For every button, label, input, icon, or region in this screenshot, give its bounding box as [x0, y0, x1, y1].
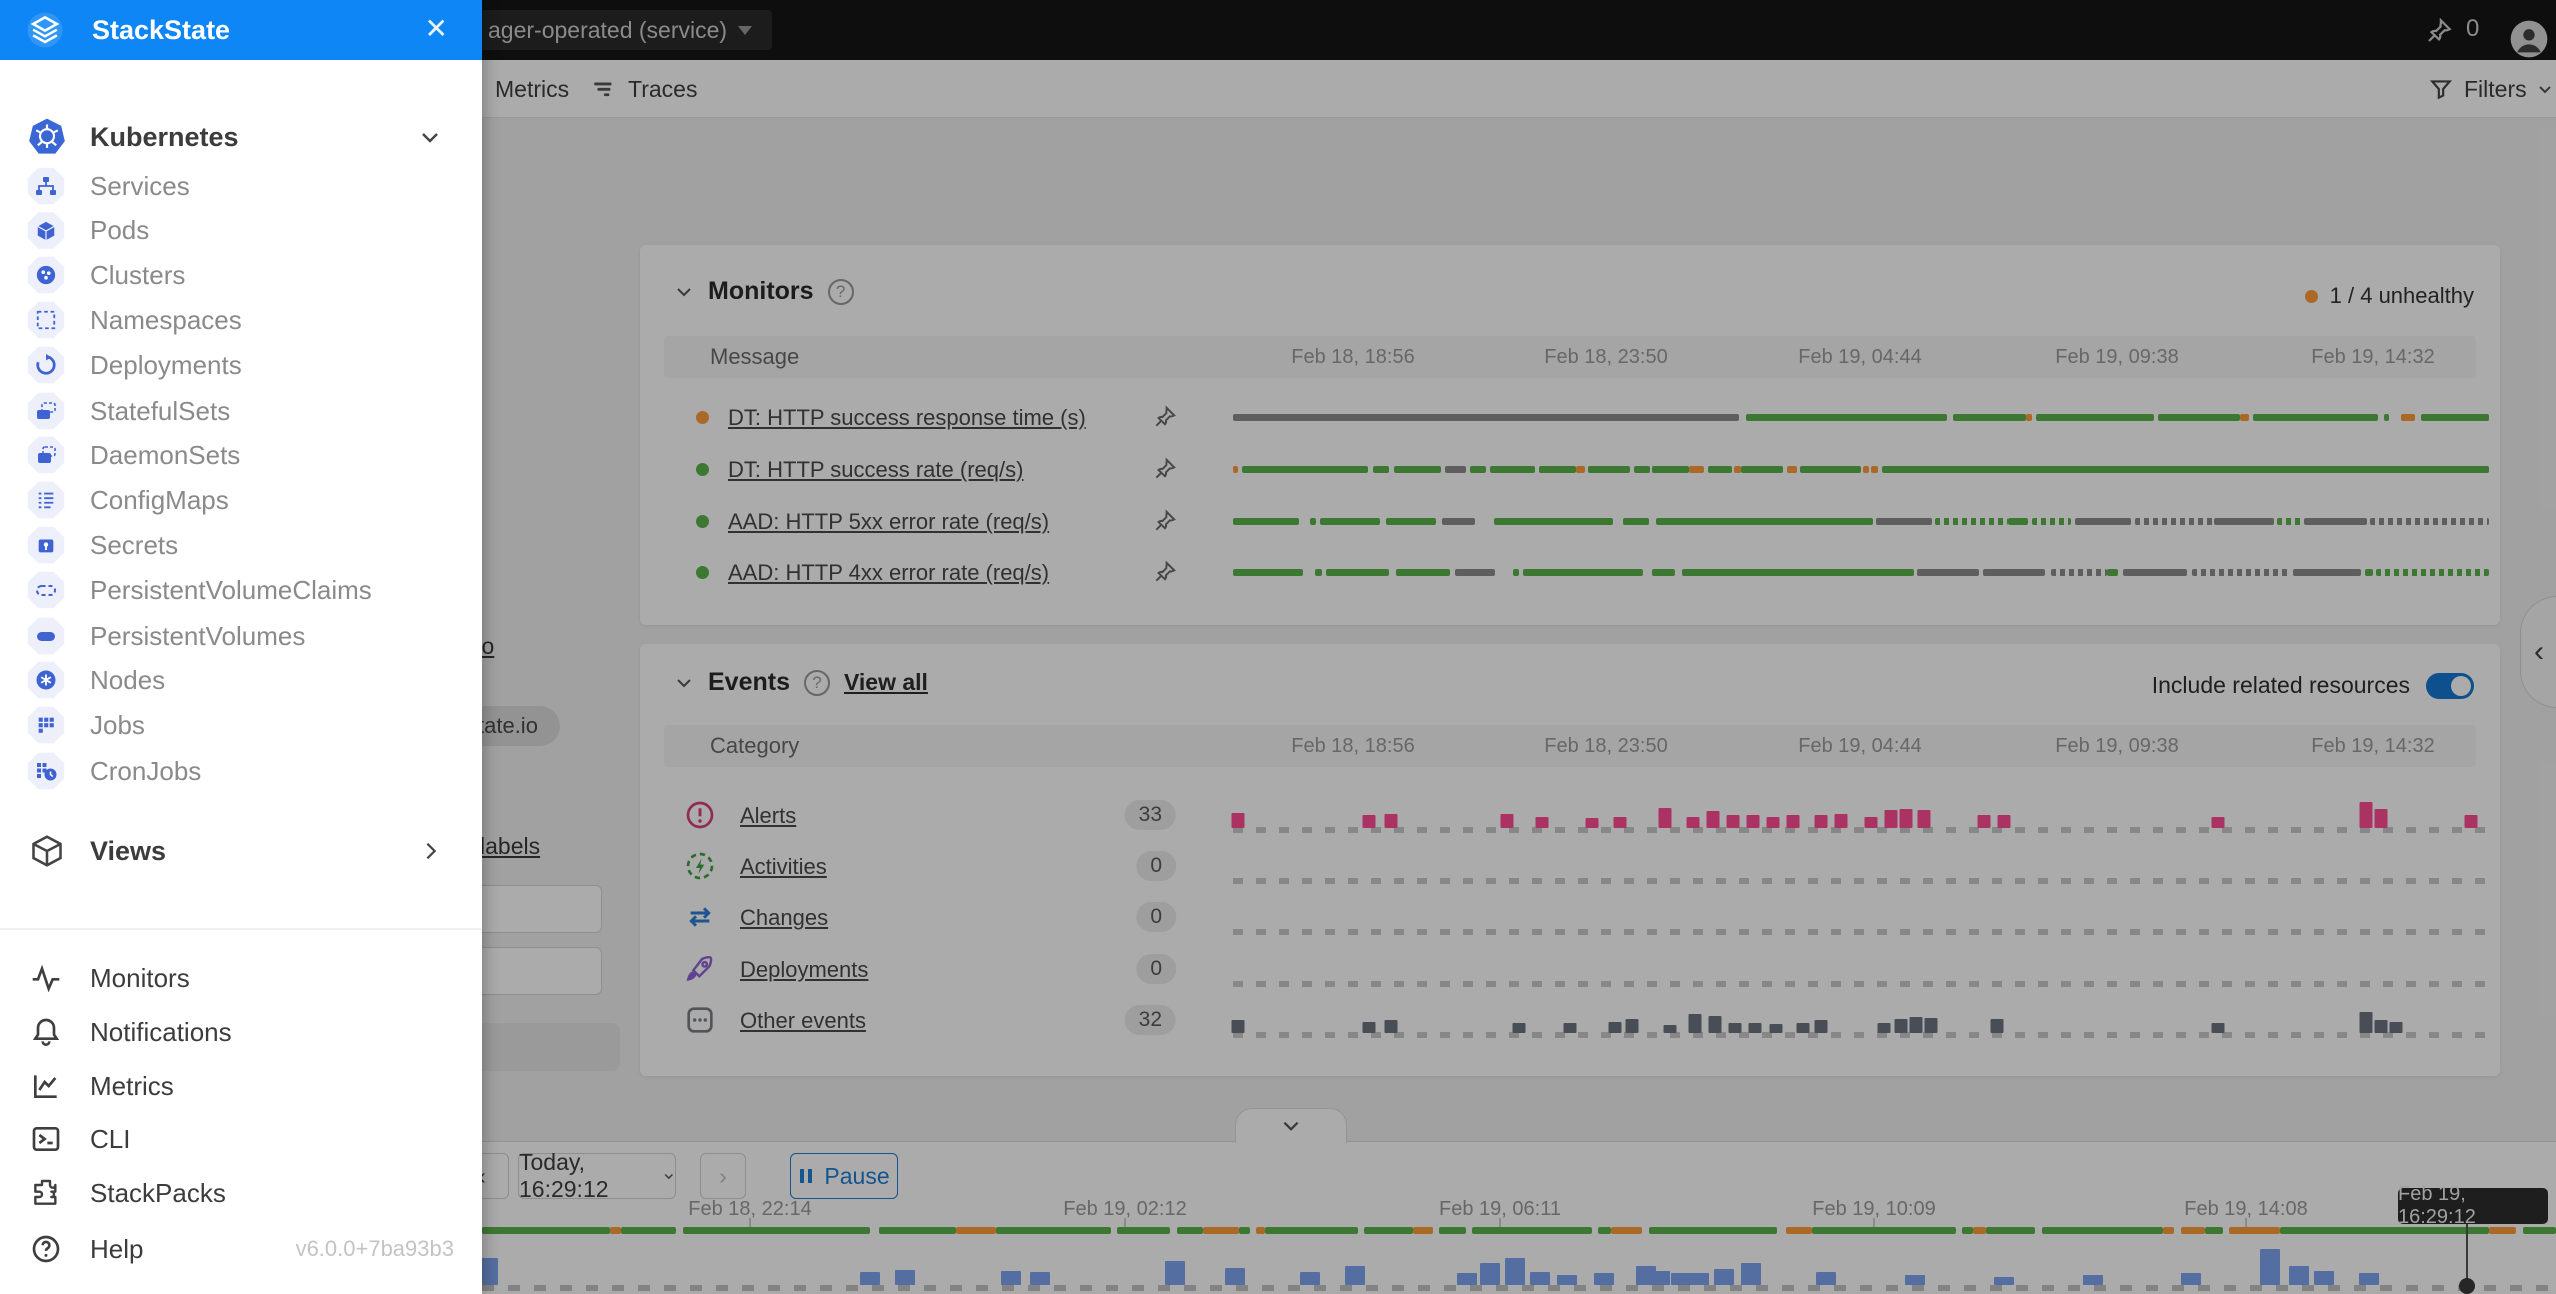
list-icon: [27, 481, 65, 519]
nav-kubernetes-label: Kubernetes: [90, 122, 239, 153]
sidebar-item-notifications[interactable]: Notifications: [0, 1010, 482, 1054]
daemon-set-icon: [27, 436, 65, 474]
grid-icon: [27, 706, 65, 744]
sidebar-item-label: PersistentVolumes: [90, 621, 305, 652]
sidebar-item-persistentvolumes[interactable]: PersistentVolumes: [0, 614, 482, 658]
version-label: v6.0.0+7ba93b3: [296, 1236, 454, 1262]
sidebar-item-label: Services: [90, 171, 190, 202]
nav-views[interactable]: Views: [0, 829, 482, 873]
sidebar-item-label: StatefulSets: [90, 396, 230, 427]
navigation-drawer: StackState ✕ Kubernetes Services Pods Clus…: [0, 0, 482, 1294]
cube-icon: [27, 212, 65, 250]
sidebar-item-clusters[interactable]: Clusters: [0, 253, 482, 297]
sidebar-item-label: Pods: [90, 215, 149, 246]
cluster-icon: [27, 256, 65, 294]
sidebar-item-namespaces[interactable]: Namespaces: [0, 298, 482, 342]
sidebar-item-monitors[interactable]: Monitors: [0, 956, 482, 1000]
sidebar-item-label: Deployments: [90, 350, 242, 381]
sidebar-item-stackpacks[interactable]: StackPacks: [0, 1171, 482, 1215]
close-icon[interactable]: ✕: [425, 14, 448, 44]
chart-icon: [30, 1070, 62, 1102]
screen: ager-operated (service) 0 Metrics Traces: [0, 0, 2556, 1294]
nav-kubernetes[interactable]: Kubernetes: [0, 115, 482, 159]
sidebar-item-label: Help: [90, 1234, 143, 1265]
sidebar-item-deployments[interactable]: Deployments: [0, 343, 482, 387]
lock-icon: [27, 526, 65, 564]
sidebar-item-label: CLI: [90, 1124, 130, 1155]
sidebar-item-statefulsets[interactable]: StatefulSets: [0, 389, 482, 433]
sidebar-item-metrics[interactable]: Metrics: [0, 1064, 482, 1108]
dashed-square-icon: [27, 301, 65, 339]
question-icon: [30, 1233, 62, 1265]
node-icon: [27, 661, 65, 699]
kubernetes-icon: [27, 117, 67, 157]
sidebar-item-label: ConfigMaps: [90, 485, 229, 516]
sidebar-item-persistentvolumeclaims[interactable]: PersistentVolumeClaims: [0, 568, 482, 612]
brand-title: StackState: [92, 15, 230, 46]
hierarchy-icon: [27, 167, 65, 205]
sidebar-item-label: Metrics: [90, 1071, 174, 1102]
pulse-icon: [30, 962, 62, 994]
views-cube-icon: [29, 833, 65, 869]
sidebar-item-label: Clusters: [90, 260, 185, 291]
sidebar-item-jobs[interactable]: Jobs: [0, 703, 482, 747]
rotate-arrow-icon: [27, 346, 65, 384]
puzzle-icon: [30, 1177, 62, 1209]
sidebar-item-cronjobs[interactable]: CronJobs: [0, 749, 482, 793]
chevron-down-icon: [418, 125, 442, 149]
sidebar-item-nodes[interactable]: Nodes: [0, 658, 482, 702]
sidebar-item-label: StackPacks: [90, 1178, 226, 1209]
sidebar-item-services[interactable]: Services: [0, 164, 482, 208]
grid-clock-icon: [27, 752, 65, 790]
sidebar-item-label: Secrets: [90, 530, 178, 561]
sidebar-item-label: Namespaces: [90, 305, 242, 336]
sidebar-item-cli[interactable]: CLI: [0, 1117, 482, 1161]
sidebar-item-label: DaemonSets: [90, 440, 240, 471]
sidebar-item-label: Nodes: [90, 665, 165, 696]
sidebar-item-label: CronJobs: [90, 756, 201, 787]
sidebar-item-label: Jobs: [90, 710, 145, 741]
sidebar-item-label: PersistentVolumeClaims: [90, 575, 372, 606]
nav-views-label: Views: [90, 836, 166, 867]
stacked-set-icon: [27, 392, 65, 430]
sidebar-item-daemonsets[interactable]: DaemonSets: [0, 433, 482, 477]
dashed-volume-icon: [27, 571, 65, 609]
sidebar-item-secrets[interactable]: Secrets: [0, 523, 482, 567]
bell-icon: [30, 1016, 62, 1048]
sidebar-item-label: Monitors: [90, 963, 190, 994]
stackstate-logo-icon: [26, 11, 64, 49]
sidebar-item-pods[interactable]: Pods: [0, 209, 482, 253]
sidebar-item-configmaps[interactable]: ConfigMaps: [0, 478, 482, 522]
chevron-right-icon: [420, 840, 442, 862]
drawer-header: StackState ✕: [0, 0, 482, 60]
terminal-icon: [30, 1123, 62, 1155]
volume-icon: [27, 617, 65, 655]
drawer-divider: [0, 928, 482, 930]
sidebar-item-label: Notifications: [90, 1017, 232, 1048]
